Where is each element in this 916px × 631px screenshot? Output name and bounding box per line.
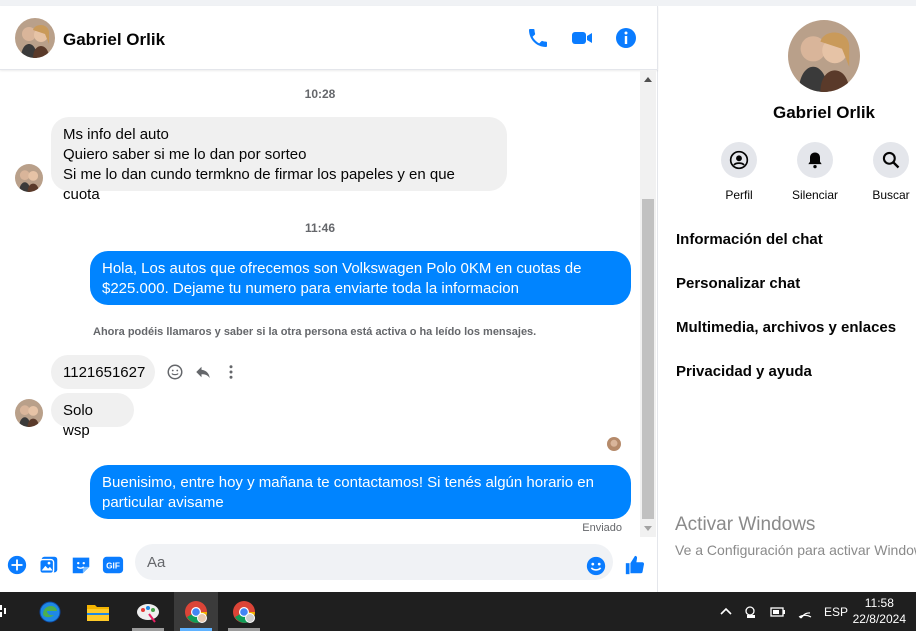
taskbar-paint[interactable] xyxy=(126,592,170,631)
panel-actions: Perfil Silenciar Buscar xyxy=(721,142,916,202)
reply-icon[interactable] xyxy=(194,363,212,381)
scroll-up-arrow-icon[interactable] xyxy=(644,77,652,82)
search-button[interactable]: Buscar xyxy=(861,142,916,202)
edge-icon xyxy=(39,601,61,622)
profile-button[interactable]: Perfil xyxy=(709,142,769,202)
watermark-title: Activar Windows xyxy=(675,514,816,535)
gif-label: GIF xyxy=(106,562,120,571)
message-line: Si me lo dan cundo termkno de firmar los… xyxy=(63,166,455,203)
meet-now-icon[interactable] xyxy=(744,605,758,619)
message-input[interactable] xyxy=(135,544,613,580)
message-bubble-incoming[interactable]: Solo wsp xyxy=(51,393,134,439)
sticker-icon[interactable] xyxy=(70,554,92,576)
contact-name[interactable]: Gabriel Orlik xyxy=(63,30,165,50)
mute-button[interactable]: Silenciar xyxy=(785,142,845,202)
message-bubble-incoming[interactable]: 1121651627 xyxy=(51,355,155,389)
activation-watermark: Activar Windows Ve a Configuración para … xyxy=(675,514,916,558)
profile-label: Perfil xyxy=(725,188,753,202)
chrome-icon xyxy=(185,600,208,623)
search-icon xyxy=(882,151,900,169)
gallery-icon[interactable] xyxy=(38,554,60,576)
emoji-icon[interactable] xyxy=(585,555,607,577)
chat-info-item[interactable]: Información del chat xyxy=(676,230,896,274)
taskbar-chrome-profile[interactable] xyxy=(222,592,266,631)
system-notice: Ahora podéis llamaros y saber si la otra… xyxy=(93,326,537,338)
profile-icon xyxy=(729,150,749,170)
more-options-icon[interactable] xyxy=(222,363,240,381)
task-view-icon[interactable] xyxy=(0,604,10,618)
system-clock[interactable]: 11:58 22/8/2024 xyxy=(853,595,906,627)
message-bubble-incoming[interactable]: Ms info del auto Quiero saber si me lo d… xyxy=(51,117,507,203)
contact-avatar[interactable] xyxy=(15,18,55,58)
message-line: $225.000. Dejame tu numero para enviarte… xyxy=(102,280,519,297)
seen-avatar xyxy=(607,437,621,451)
taskbar-file-explorer[interactable] xyxy=(76,592,120,631)
message-line: Hola, Los autos que ofrecemos son Volksw… xyxy=(102,260,582,277)
search-label: Buscar xyxy=(872,188,910,202)
scroll-down-arrow-icon[interactable] xyxy=(644,526,652,531)
panel-menu: Información del chat Personalizar chat M… xyxy=(676,230,896,406)
taskbar-chrome-active[interactable] xyxy=(174,592,218,631)
message-line: Buenisimo, entre hoy y mañana te contact… xyxy=(102,474,594,491)
clock-time: 11:58 xyxy=(864,596,894,610)
chrome-profile-icon xyxy=(233,600,256,623)
message-line: Quiero saber si me lo dan por sorteo xyxy=(63,146,307,163)
message-line: particular avisame xyxy=(102,494,224,511)
customize-chat-item[interactable]: Personalizar chat xyxy=(676,274,896,318)
privacy-help-item[interactable]: Privacidad y ayuda xyxy=(676,362,896,406)
mute-label: Silenciar xyxy=(791,188,839,202)
scrollbar[interactable] xyxy=(640,71,656,537)
scroll-thumb[interactable] xyxy=(642,199,654,519)
chat-header: Gabriel Orlik xyxy=(0,6,658,70)
clock-date: 22/8/2024 xyxy=(852,612,906,626)
delivery-status: Enviado xyxy=(582,522,622,534)
like-thumb-icon[interactable] xyxy=(624,554,646,576)
battery-icon[interactable] xyxy=(770,605,786,619)
panel-avatar[interactable] xyxy=(788,20,860,92)
composer: GIF xyxy=(0,538,658,592)
message-bubble-outgoing[interactable]: Buenisimo, entre hoy y mañana te contact… xyxy=(90,465,631,519)
chat-column: Gabriel Orlik 10:28 Ms info del auto Qui… xyxy=(0,6,658,592)
wifi-icon[interactable] xyxy=(798,605,812,619)
timestamp: 11:46 xyxy=(304,221,336,235)
folder-icon xyxy=(87,604,109,621)
contact-info-panel: Gabriel Orlik Perfil Silenciar Buscar In… xyxy=(659,6,916,592)
sender-avatar[interactable] xyxy=(15,399,43,427)
watermark-subtitle: Ve a Configuración para activar Windows. xyxy=(675,542,916,558)
sender-avatar[interactable] xyxy=(15,164,43,192)
message-list[interactable]: 10:28 Ms info del auto Quiero saber si m… xyxy=(0,71,640,537)
paint-palette-icon xyxy=(137,603,159,623)
react-emoji-icon[interactable] xyxy=(166,363,184,381)
chevron-up-icon[interactable] xyxy=(720,606,732,618)
video-call-icon[interactable] xyxy=(570,26,594,50)
message-line: Ms info del auto xyxy=(63,126,169,143)
phone-icon[interactable] xyxy=(526,26,550,50)
timestamp: 10:28 xyxy=(304,87,336,101)
messenger-app: Gabriel Orlik 10:28 Ms info del auto Qui… xyxy=(0,0,916,592)
panel-contact-name: Gabriel Orlik xyxy=(772,103,876,122)
gif-icon[interactable]: GIF xyxy=(102,554,124,576)
message-bubble-outgoing[interactable]: Hola, Los autos que ofrecemos son Volksw… xyxy=(90,251,631,305)
media-files-links-item[interactable]: Multimedia, archivos y enlaces xyxy=(676,318,896,362)
system-tray: ESP xyxy=(720,592,848,631)
message-actions xyxy=(166,363,240,381)
bell-icon xyxy=(808,152,822,169)
plus-icon[interactable] xyxy=(6,554,28,576)
info-icon[interactable] xyxy=(614,26,638,50)
language-indicator[interactable]: ESP xyxy=(824,605,848,619)
taskbar: ESP 11:58 22/8/2024 xyxy=(0,592,916,631)
taskbar-edge[interactable] xyxy=(28,592,72,631)
